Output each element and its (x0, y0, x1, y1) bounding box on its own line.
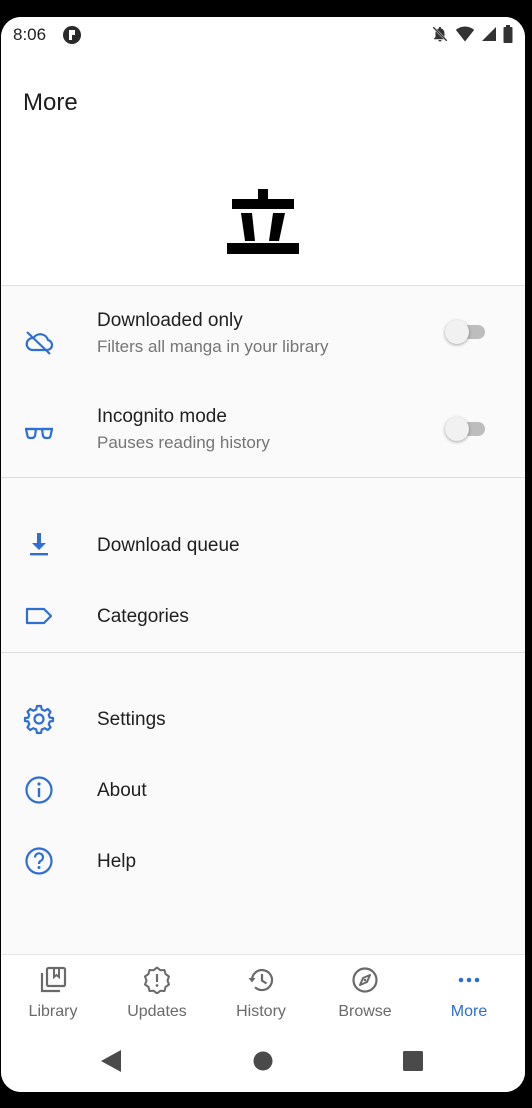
cell-signal-icon (482, 27, 496, 41)
page-title: More (23, 89, 78, 116)
nav-history-label: History (236, 1003, 286, 1020)
wifi-icon (455, 26, 475, 42)
system-navigation-bar (1, 1028, 525, 1092)
back-icon[interactable] (101, 1050, 121, 1072)
notifications-off-icon (432, 26, 448, 42)
phone-screen: 8:06 More Downloaded only Filters all ma… (1, 17, 525, 1092)
categories-label: Categories (97, 606, 189, 627)
nav-library[interactable]: Library (1, 955, 105, 1029)
app-notification-icon (63, 26, 81, 44)
status-icons (431, 25, 513, 43)
divider (1, 652, 525, 653)
help-icon (25, 847, 53, 875)
nav-updates[interactable]: Updates (105, 955, 209, 1029)
help-label: Help (97, 851, 137, 872)
nav-more[interactable]: More (417, 955, 521, 1029)
nav-history[interactable]: History (209, 955, 313, 1029)
app-logo (227, 189, 299, 254)
about-label: About (97, 780, 147, 801)
download-icon (30, 533, 48, 556)
downloaded-only-title: Downloaded only (97, 310, 243, 331)
downloaded-only-toggle[interactable] (445, 319, 489, 344)
toggle-thumb (445, 417, 469, 441)
nav-browse[interactable]: Browse (313, 955, 417, 1029)
updates-icon (144, 966, 170, 994)
library-icon (40, 966, 67, 993)
more-icon (458, 977, 480, 983)
status-bar: 8:06 (1, 17, 525, 51)
bottom-navigation: Library Updates History Browse More (1, 954, 525, 1029)
divider (1, 477, 525, 478)
downloaded-only-subtitle: Filters all manga in your library (97, 337, 329, 356)
toggle-thumb (445, 320, 469, 344)
home-icon[interactable] (253, 1051, 273, 1071)
nav-library-label: Library (28, 1003, 78, 1020)
download-queue-label: Download queue (97, 535, 240, 556)
downloaded-only-row[interactable]: Downloaded only Filters all manga in you… (1, 299, 525, 385)
glasses-icon (24, 427, 54, 440)
incognito-mode-title: Incognito mode (97, 406, 227, 427)
categories-item[interactable]: Categories (1, 582, 525, 652)
label-icon (25, 607, 53, 625)
help-item[interactable]: Help (1, 827, 525, 897)
incognito-mode-row[interactable]: Incognito mode Pauses reading history (1, 395, 525, 481)
gear-icon (23, 704, 55, 735)
recents-icon[interactable] (403, 1051, 423, 1071)
nav-browse-label: Browse (338, 1003, 392, 1020)
incognito-mode-toggle[interactable] (445, 416, 489, 441)
cloud-off-icon (25, 331, 54, 355)
nav-updates-label: Updates (127, 1003, 187, 1020)
nav-more-label: More (450, 1003, 488, 1020)
app-header: More (1, 51, 525, 286)
about-item[interactable]: About (1, 756, 525, 826)
status-time: 8:06 (13, 25, 47, 44)
download-queue-item[interactable]: Download queue (1, 511, 525, 581)
compass-icon (352, 967, 378, 993)
settings-label: Settings (97, 709, 166, 730)
history-icon (248, 968, 274, 992)
incognito-mode-subtitle: Pauses reading history (97, 433, 270, 452)
info-icon (25, 776, 53, 804)
battery-icon (503, 25, 513, 43)
settings-item[interactable]: Settings (1, 685, 525, 755)
